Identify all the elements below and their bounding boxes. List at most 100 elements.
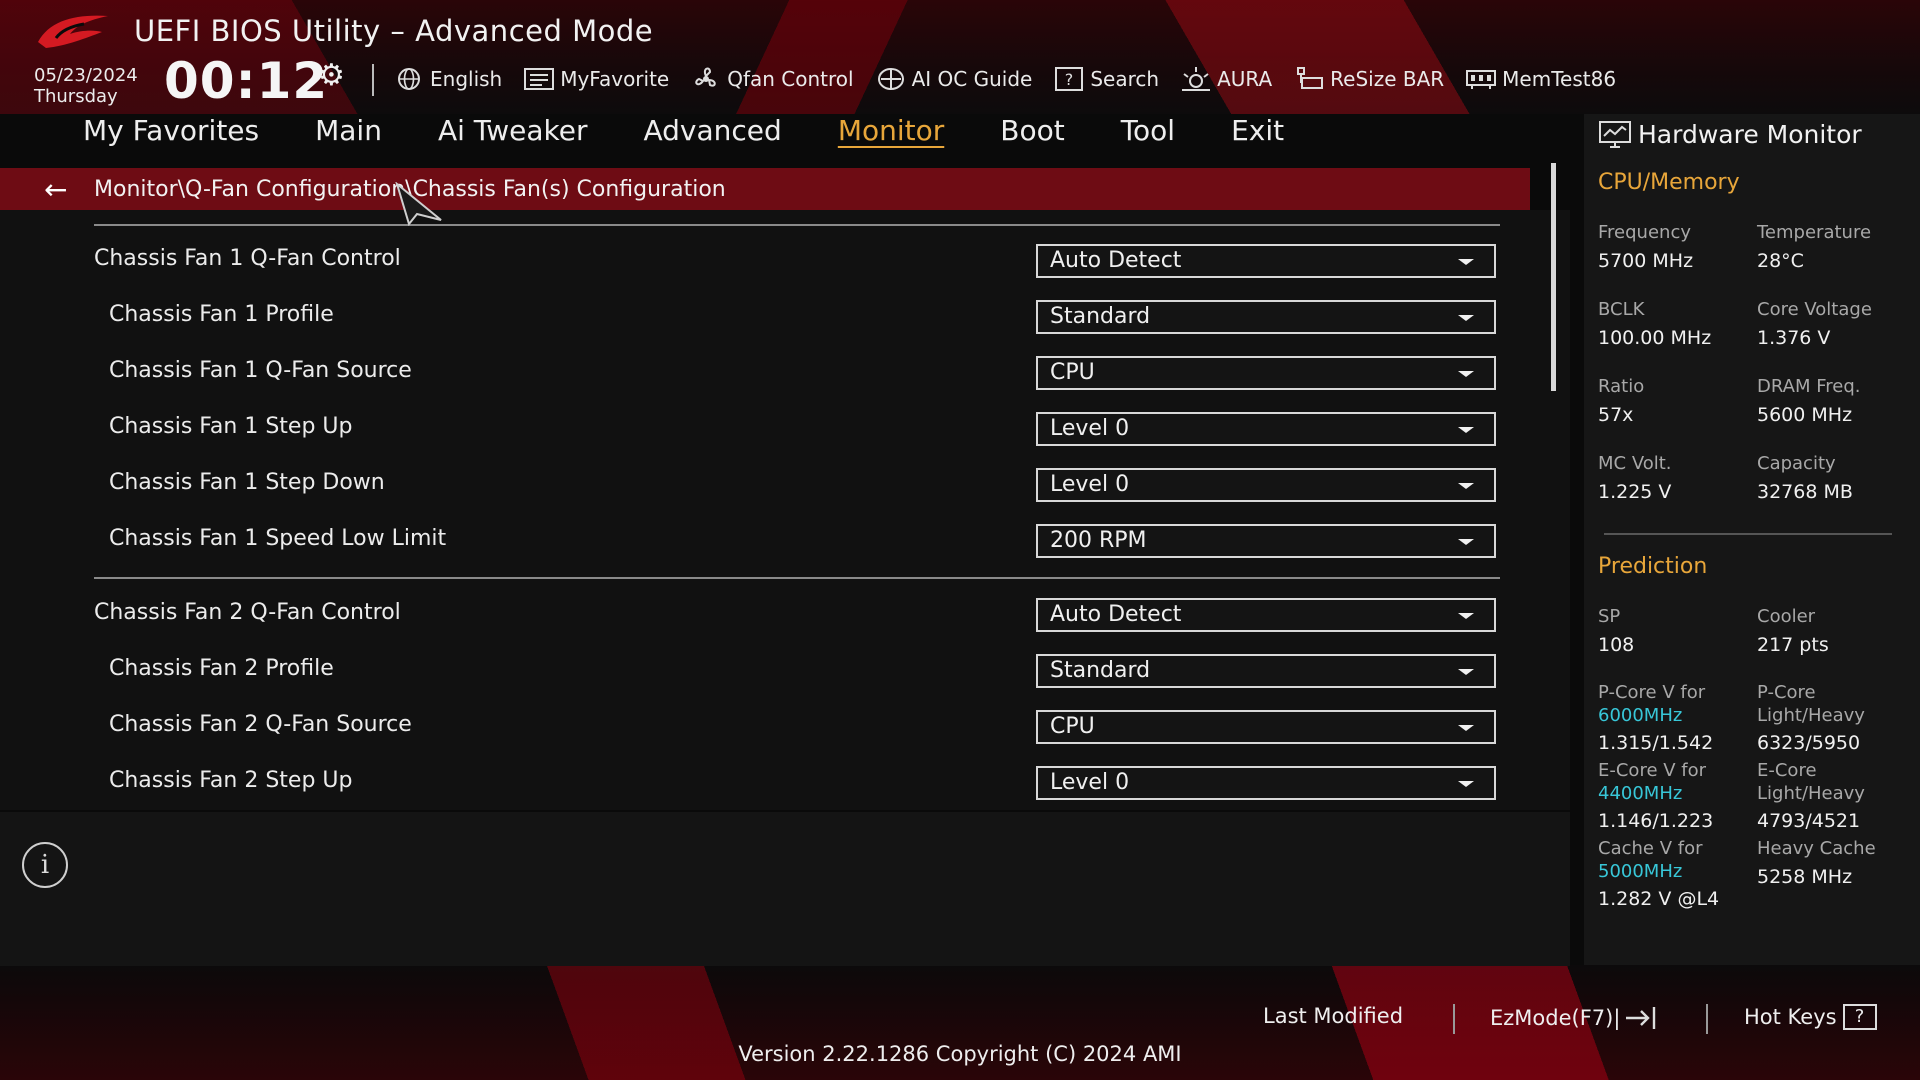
toolbar-label: MyFavorite [560, 67, 670, 91]
dram-freq-label: DRAM Freq. [1757, 376, 1861, 397]
caret-down-icon [1458, 613, 1474, 619]
pcore-v-value: 1.315/1.542 [1598, 732, 1714, 754]
caret-down-icon [1458, 427, 1474, 433]
setting-dropdown[interactable]: Auto Detect [1036, 244, 1496, 278]
dropdown-value: Level 0 [1050, 472, 1130, 497]
sp-value: 108 [1598, 634, 1635, 656]
footer-divider [1706, 1004, 1708, 1034]
caret-down-icon [1458, 315, 1474, 321]
tab-exit[interactable]: Exit [1231, 114, 1284, 154]
toolbar-label: ReSize BAR [1330, 67, 1445, 91]
setting-dropdown[interactable]: Standard [1036, 654, 1496, 688]
hot-keys-button[interactable]: Hot Keys ? [1744, 1004, 1877, 1030]
tab-main[interactable]: Main [315, 114, 382, 154]
bclk-label: BCLK [1598, 299, 1645, 320]
setting-dropdown[interactable]: CPU [1036, 710, 1496, 744]
date-display: 05/23/2024 [34, 65, 138, 86]
last-modified-button[interactable]: Last Modified [1263, 1004, 1403, 1028]
memory-icon [1466, 66, 1497, 92]
caret-down-icon [1458, 669, 1474, 675]
aura-button[interactable]: AURA [1181, 66, 1272, 92]
sp-label: SP [1598, 606, 1621, 627]
setting-row[interactable]: Chassis Fan 1 Step Up Level 0 [0, 410, 1570, 450]
caret-down-icon [1458, 539, 1474, 545]
cpu-memory-heading: CPU/Memory [1598, 170, 1740, 195]
app-title: UEFI BIOS Utility – Advanced Mode [134, 14, 654, 48]
fan-icon [691, 66, 721, 92]
tab-my-favorites[interactable]: My Favorites [83, 114, 259, 154]
core-voltage-value: 1.376 V [1757, 327, 1831, 349]
mc-volt-value: 1.225 V [1598, 481, 1672, 503]
back-arrow-icon[interactable]: ← [44, 173, 84, 206]
ecore-v-label: E-Core V for [1598, 760, 1707, 781]
capacity-label: Capacity [1757, 453, 1836, 474]
setting-row[interactable]: Chassis Fan 1 Step Down Level 0 [0, 466, 1570, 506]
setting-row[interactable]: Chassis Fan 2 Q-Fan Control Auto Detect [0, 596, 1570, 636]
setting-row[interactable]: Chassis Fan 1 Q-Fan Control Auto Detect [0, 242, 1570, 282]
myfavorite-button[interactable]: MyFavorite [524, 66, 669, 92]
gear-icon[interactable]: ⚙ [318, 58, 345, 93]
frequency-label: Frequency [1598, 222, 1691, 243]
setting-dropdown[interactable]: Standard [1036, 300, 1496, 334]
settings-scrollbar[interactable] [1551, 163, 1556, 391]
search-button[interactable]: ? Search [1054, 66, 1159, 92]
toolbar-label: AI OC Guide [911, 67, 1033, 91]
setting-dropdown[interactable]: Level 0 [1036, 766, 1496, 800]
language-button[interactable]: English [394, 66, 502, 92]
cache-v-value: 1.282 V @L4 [1598, 888, 1720, 910]
ratio-value: 57x [1598, 404, 1634, 426]
setting-dropdown[interactable]: Level 0 [1036, 468, 1496, 502]
tab-ai-tweaker[interactable]: Ai Tweaker [438, 114, 588, 154]
bclk-value: 100.00 MHz [1598, 327, 1712, 349]
ai-oc-guide-button[interactable]: AI OC Guide [876, 66, 1033, 92]
qfan-control-button[interactable]: Qfan Control [691, 66, 854, 92]
tab-advanced[interactable]: Advanced [644, 114, 782, 154]
hardware-monitor-title: Hardware Monitor [1638, 120, 1862, 149]
heavy-cache-label: Heavy Cache [1757, 838, 1876, 859]
dropdown-value: CPU [1050, 714, 1095, 739]
setting-label: Chassis Fan 1 Q-Fan Source [109, 358, 412, 383]
main-tabs: My Favorites Main Ai Tweaker Advanced Mo… [83, 114, 1340, 154]
question-box-icon: ? [1842, 1004, 1877, 1030]
tab-boot[interactable]: Boot [1000, 114, 1064, 154]
monitor-icon [1599, 121, 1631, 148]
setting-row[interactable]: Chassis Fan 2 Profile Standard [0, 652, 1570, 692]
dropdown-value: Standard [1050, 304, 1151, 329]
setting-label: Chassis Fan 1 Step Up [109, 414, 353, 439]
ecore-v-value: 1.146/1.223 [1598, 810, 1714, 832]
setting-row[interactable]: Chassis Fan 2 Step Up Level 0 [0, 764, 1570, 804]
dropdown-value: CPU [1050, 360, 1095, 385]
setting-label: Chassis Fan 2 Profile [109, 656, 334, 681]
setting-row[interactable]: Chassis Fan 2 Q-Fan Source CPU [0, 708, 1570, 748]
pcore-label: P-Core [1757, 682, 1816, 703]
tab-monitor[interactable]: Monitor [838, 114, 944, 154]
setting-dropdown[interactable]: 200 RPM [1036, 524, 1496, 558]
caret-down-icon [1458, 483, 1474, 489]
ecore-label: E-Core [1757, 760, 1817, 781]
ezmode-button[interactable]: EzMode(F7)| [1490, 1004, 1658, 1032]
setting-dropdown[interactable]: Level 0 [1036, 412, 1496, 446]
pcore-v-label: P-Core V for [1598, 682, 1706, 703]
rog-logo-icon [38, 15, 108, 48]
exit-arrow-icon [1626, 1007, 1656, 1029]
setting-dropdown[interactable]: Auto Detect [1036, 598, 1496, 632]
ezmode-label: EzMode(F7)| [1490, 1006, 1621, 1030]
setting-row[interactable]: Chassis Fan 1 Q-Fan Source CPU [0, 354, 1570, 394]
setting-row[interactable]: Chassis Fan 1 Speed Low Limit 200 RPM [0, 522, 1570, 562]
help-description-area: i [0, 812, 1570, 966]
mc-volt-label: MC Volt. [1598, 453, 1672, 474]
setting-label: Chassis Fan 2 Step Up [109, 768, 353, 793]
resize-bar-icon [1294, 66, 1324, 92]
memtest86-button[interactable]: MemTest86 [1466, 66, 1616, 92]
footer-divider [1453, 1004, 1455, 1034]
tab-tool[interactable]: Tool [1121, 114, 1175, 154]
day-display: Thursday [34, 86, 118, 107]
version-text: Version 2.22.1286 Copyright (C) 2024 AMI [738, 1042, 1182, 1066]
dropdown-value: Level 0 [1050, 770, 1130, 795]
dram-freq-value: 5600 MHz [1757, 404, 1853, 426]
prediction-heading: Prediction [1598, 554, 1708, 579]
setting-dropdown[interactable]: CPU [1036, 356, 1496, 390]
resize-bar-button[interactable]: ReSize BAR [1294, 66, 1444, 92]
clock-display[interactable]: 00:12 [164, 52, 328, 110]
setting-row[interactable]: Chassis Fan 1 Profile Standard [0, 298, 1570, 338]
